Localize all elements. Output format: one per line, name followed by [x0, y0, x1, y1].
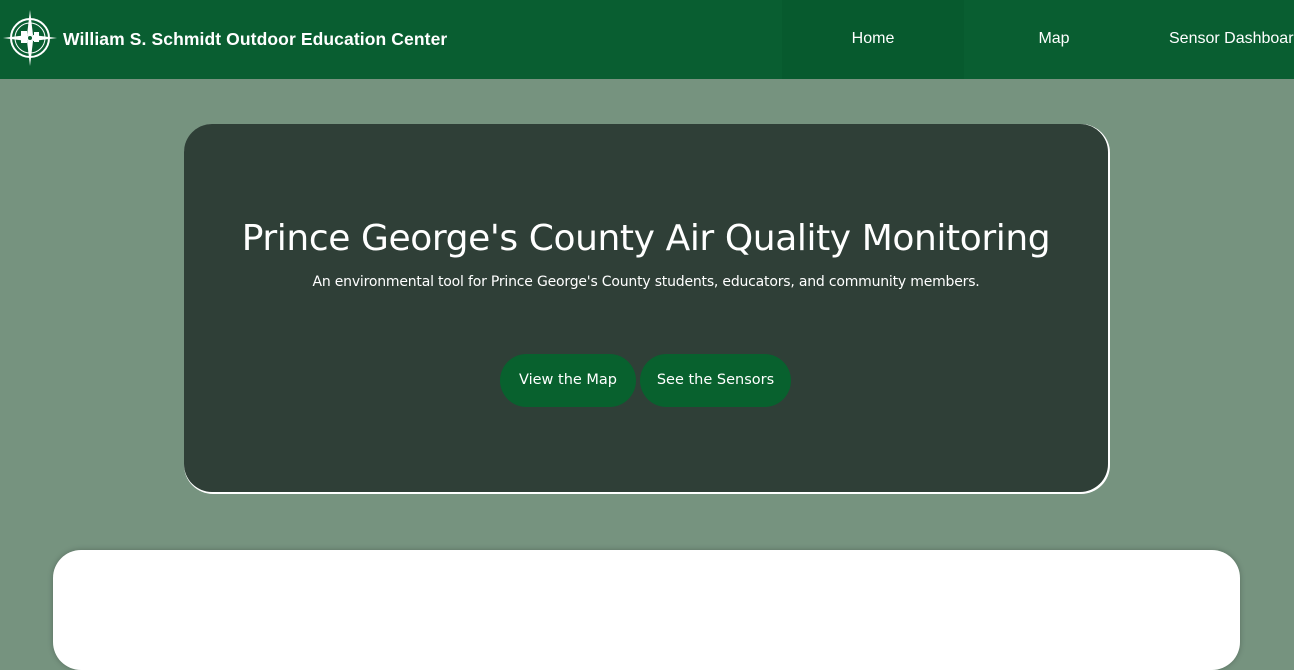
content-card: [53, 550, 1240, 670]
site-title: William S. Schmidt Outdoor Education Cen…: [63, 29, 448, 49]
nav-sensor-dashboard[interactable]: Sensor Dashboard: [1144, 0, 1294, 79]
compass-rose-seal-icon: [3, 10, 57, 66]
hero-subtitle: An environmental tool for Prince George'…: [312, 274, 980, 290]
see-sensors-button[interactable]: See the Sensors: [640, 354, 791, 407]
view-map-button[interactable]: View the Map: [500, 354, 636, 407]
hero-title: Prince George's County Air Quality Monit…: [241, 218, 1051, 259]
nav-home[interactable]: Home: [782, 0, 964, 79]
nav-map[interactable]: Map: [964, 0, 1144, 79]
top-navigation-bar: William S. Schmidt Outdoor Education Cen…: [0, 0, 1294, 79]
hero-card: Prince George's County Air Quality Monit…: [184, 124, 1108, 492]
